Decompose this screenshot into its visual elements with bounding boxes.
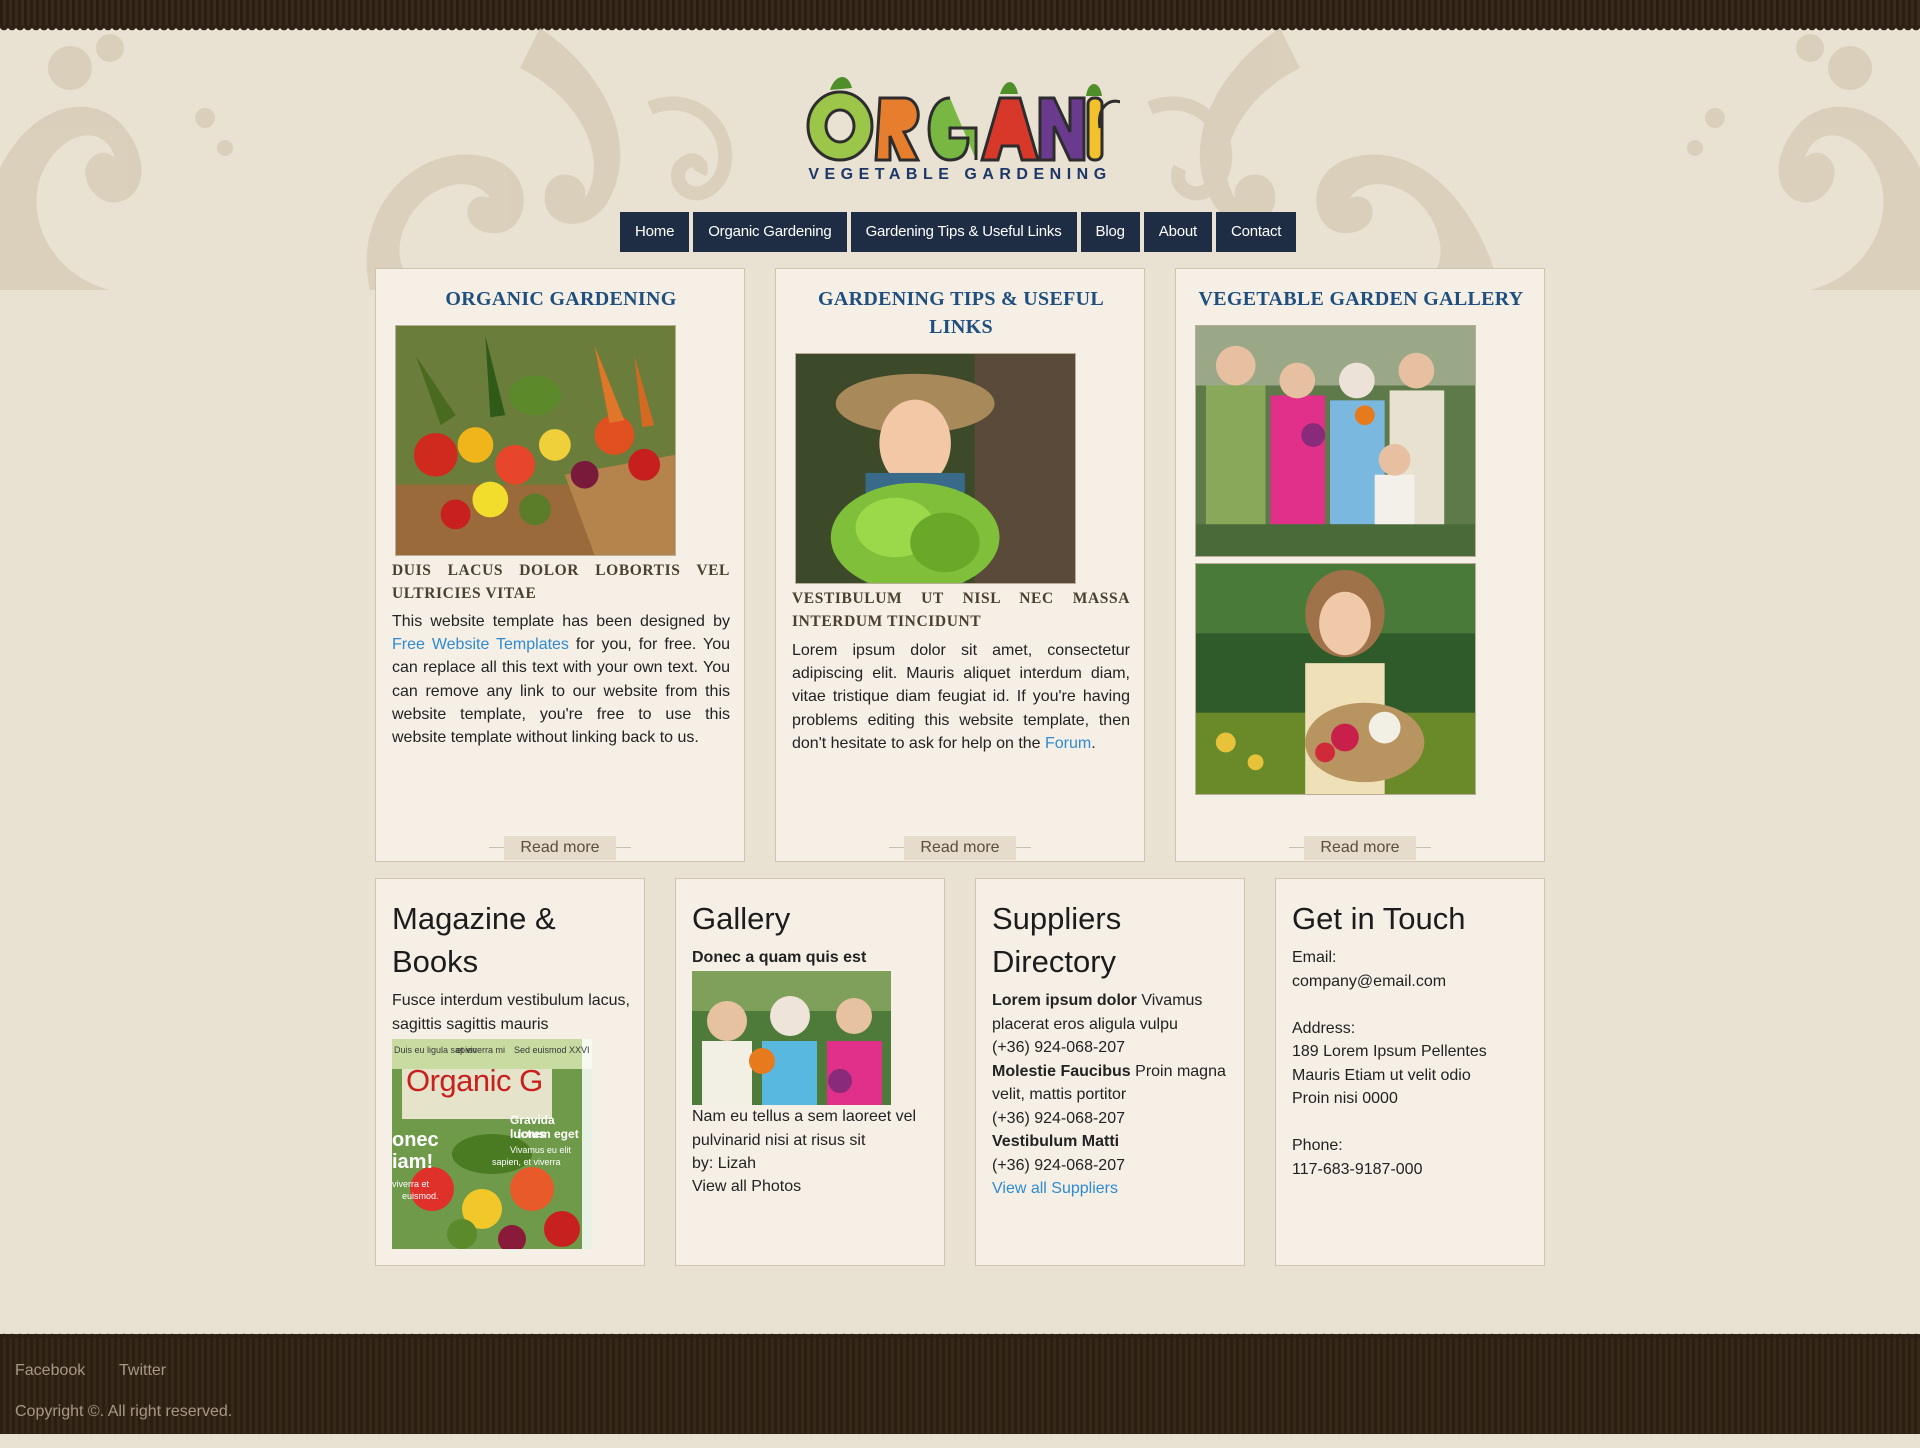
- magazine-cover-line: viverra et: [392, 1179, 430, 1189]
- logo-tagline: VEGETABLE GARDENING: [808, 166, 1112, 183]
- read-more-button[interactable]: Read more: [1304, 836, 1416, 860]
- nav-blog[interactable]: Blog: [1080, 212, 1140, 252]
- email-value: company@email.com: [1292, 972, 1447, 990]
- card-subtitle: VESTIBULUM UT NISL NEC MASSA INTERDUM TI…: [792, 590, 1130, 630]
- copyright-text: Copyright ©. All right reserved.: [15, 1403, 233, 1420]
- card-title: VEGETABLE GARDEN GALLERY: [1198, 288, 1524, 310]
- gallery-card: Gallery Donec a quam quis est Nam eu tel…: [675, 878, 945, 1266]
- magazine-cover-line: onec: [392, 1129, 439, 1151]
- gallery-caption: Donec a quam quis est: [692, 949, 867, 966]
- magazine-cover-line: Sed euismod XXVI: [514, 1045, 590, 1055]
- get-in-touch-card: Get in Touch Email: company@email.com Ad…: [1275, 878, 1545, 1266]
- address-line: 189 Lorem Ipsum Pellentes: [1292, 1043, 1487, 1060]
- magazine-books-card: Magazine & Books Fusce interdum vestibul…: [375, 878, 645, 1266]
- gallery-thumbnail[interactable]: [692, 971, 891, 1105]
- card-text: This website template has been designed …: [392, 613, 730, 747]
- address-line: Mauris Etiam ut velit odio: [1292, 1066, 1471, 1084]
- supplier-entry: Molestie Faucibus Proin magna velit, mat…: [992, 1062, 1226, 1104]
- main-nav: Home Organic Gardening Gardening Tips & …: [620, 212, 1297, 252]
- phone-value: 117-683-9187-000: [1292, 1160, 1423, 1178]
- vegetable-crate-photo: [395, 325, 676, 556]
- gallery-text: Nam eu tellus a sem laoreet vel pulvinar…: [692, 1108, 917, 1149]
- girl-with-lettuce-photo: [795, 353, 1076, 584]
- view-all-photos-link[interactable]: View all Photos: [692, 1175, 801, 1199]
- forum-link[interactable]: Forum: [1045, 735, 1091, 752]
- supplier-entry: Lorem ipsum dolor Vivamus placerat eros …: [992, 992, 1203, 1033]
- nav-gardening-tips[interactable]: Gardening Tips & Useful Links: [850, 212, 1077, 252]
- site-logo[interactable]: VEGETABLE GARDENING: [800, 58, 1132, 188]
- nav-home[interactable]: Home: [620, 212, 690, 252]
- card-title: Get in Touch: [1292, 901, 1466, 936]
- supplier-phone: (+36) 924-068-207: [992, 1109, 1125, 1127]
- view-all-suppliers-link[interactable]: View all Suppliers: [992, 1180, 1118, 1197]
- card-title: Suppliers Directory: [992, 901, 1122, 979]
- suppliers-directory-card: Suppliers Directory Lorem ipsum dolor Vi…: [975, 878, 1245, 1266]
- bottom-strip: [0, 1434, 1920, 1448]
- supplier-entry: Vestibulum Matti: [992, 1133, 1120, 1150]
- address-line: Proin nisi 0000: [1292, 1090, 1398, 1107]
- featured-vegetable-gallery: VEGETABLE GARDEN GALLERY Read more: [1175, 268, 1545, 862]
- suppliers-list: Lorem ipsum dolor Vivamus placerat eros …: [992, 989, 1232, 1201]
- magazine-cover-line: Vivamus eu elit: [510, 1145, 571, 1155]
- address-label: Address:: [1292, 1019, 1356, 1037]
- supplier-phone: (+36) 924-068-207: [992, 1156, 1125, 1174]
- card-title: Gallery: [692, 901, 791, 936]
- card-title: ORGANIC GARDENING: [445, 288, 677, 310]
- nav-organic-gardening[interactable]: Organic Gardening: [693, 212, 847, 252]
- magazine-cover-line: euismod.: [402, 1191, 439, 1201]
- card-text: Fusce interdum vestibulum lacus, sagitti…: [392, 992, 630, 1033]
- card-subtitle: DUIS LACUS DOLOR LOBORTIS VEL ULTRICIES …: [392, 562, 730, 602]
- read-more-area: Read more: [376, 836, 744, 862]
- twitter-link[interactable]: Twitter: [119, 1362, 166, 1380]
- woman-with-basket-photo: [1195, 563, 1476, 795]
- magazine-cover-line: sapien, et viverra: [492, 1157, 561, 1167]
- read-more-area: Read more: [776, 836, 1144, 862]
- magazine-cover-image[interactable]: Organic G Duis eu ligula sapien et viver…: [392, 1039, 592, 1249]
- read-more-area: Read more: [1176, 836, 1544, 862]
- featured-gardening-tips: GARDENING TIPS & USEFUL LINKS VESTIBULUM…: [775, 268, 1145, 862]
- facebook-link[interactable]: Facebook: [15, 1362, 85, 1380]
- card-text: Lorem ipsum dolor sit amet, consectetur …: [792, 642, 1130, 752]
- email-label: Email:: [1292, 949, 1337, 966]
- site-footer: Facebook Twitter Copyright ©. All right …: [0, 1330, 1920, 1434]
- free-website-templates-link[interactable]: Free Website Templates: [392, 636, 569, 653]
- card-title: GARDENING TIPS & USEFUL LINKS: [817, 288, 1105, 338]
- read-more-button[interactable]: Read more: [904, 836, 1016, 860]
- card-title: Magazine & Books: [392, 901, 556, 979]
- phone-label: Phone:: [1292, 1137, 1343, 1154]
- gallery-author: by: Lizah: [692, 1155, 757, 1172]
- family-garden-photo: [1195, 325, 1476, 557]
- nav-contact[interactable]: Contact: [1215, 212, 1297, 252]
- magazine-cover-line: et viverra mi: [456, 1045, 506, 1055]
- magazine-cover-line: lorem eget: [518, 1127, 579, 1141]
- read-more-button[interactable]: Read more: [504, 836, 616, 860]
- nav-about[interactable]: About: [1143, 212, 1212, 252]
- contact-details: Email: company@email.com Address: 189 Lo…: [1292, 946, 1532, 1181]
- magazine-cover-title: Organic G: [406, 1063, 543, 1098]
- featured-organic-gardening: ORGANIC GARDENING DUIS LACUS DOLOR LOBOR…: [375, 268, 745, 862]
- supplier-phone: (+36) 924-068-207: [992, 1039, 1125, 1056]
- magazine-cover-line: iam!: [392, 1151, 434, 1173]
- top-border: [0, 0, 1920, 34]
